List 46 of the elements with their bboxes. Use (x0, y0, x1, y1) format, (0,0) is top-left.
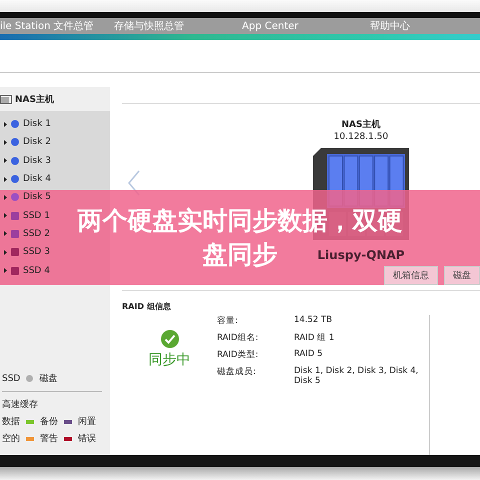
expand-icon (4, 268, 7, 274)
host-name: Liuspy-QNAP (317, 248, 405, 262)
expand-icon (4, 231, 7, 236)
sync-status: 同步中 (148, 351, 190, 369)
disk-item[interactable]: SSD 2 (0, 224, 50, 244)
info-button[interactable]: 机箱信息 (384, 266, 438, 285)
device-ip: 10.128.1.50 (334, 132, 388, 142)
info-value: 14.52 TB (294, 315, 334, 327)
legend-label: 备份 (40, 416, 58, 428)
info-value: RAID 组 1 (294, 332, 336, 344)
info-value: RAID 5 (294, 349, 324, 361)
legend-label: 磁盘 (39, 372, 58, 385)
legend-label: SSD (2, 374, 20, 384)
info-button[interactable]: 磁盘 (444, 266, 480, 285)
disk-item[interactable]: Disk 1 (0, 115, 51, 134)
disk-item[interactable]: Disk 3 (0, 152, 51, 170)
banner-title-line: 盘同步 (202, 238, 278, 270)
banner-title-line: 两个硬盘实时同步数据，双硬 (78, 204, 402, 236)
expand-icon (4, 213, 7, 218)
legend-label: 数据 (2, 416, 20, 428)
info-label: 容量: (217, 315, 239, 327)
tree-root[interactable]: NAS主机 (0, 87, 110, 111)
legend-label: 错误 (78, 432, 96, 445)
check-icon (160, 330, 178, 348)
legend-label: 闲置 (78, 416, 96, 428)
disk-item[interactable]: Disk 2 (0, 133, 51, 152)
server-icon (0, 94, 12, 104)
section-title: RAID 组信息 (122, 301, 171, 312)
expand-icon (4, 176, 7, 182)
disk-item[interactable]: SSD 4 (0, 261, 50, 280)
info-label: 磁盘成员: (217, 366, 257, 379)
info-label: RAID组名: (217, 332, 260, 344)
expand-icon (4, 140, 7, 145)
info-label: RAID类型: (217, 349, 260, 361)
info-value: Disk 1, Disk 2, Disk 3, Disk 4, Disk 5 (294, 366, 420, 386)
legend-label: 空的 (2, 432, 20, 445)
expand-icon (4, 158, 7, 164)
expand-icon (4, 250, 7, 255)
expand-icon (4, 194, 7, 200)
legend-title: 高速缓存 (2, 398, 39, 411)
device-name: NAS主机 (342, 118, 380, 131)
disk-item[interactable]: SSD 3 (0, 243, 50, 262)
legend-label: 警告 (40, 432, 58, 445)
disk-item[interactable]: SSD 1 (0, 206, 50, 225)
expand-icon (4, 122, 7, 127)
disk-item[interactable]: Disk 4 (0, 170, 51, 188)
